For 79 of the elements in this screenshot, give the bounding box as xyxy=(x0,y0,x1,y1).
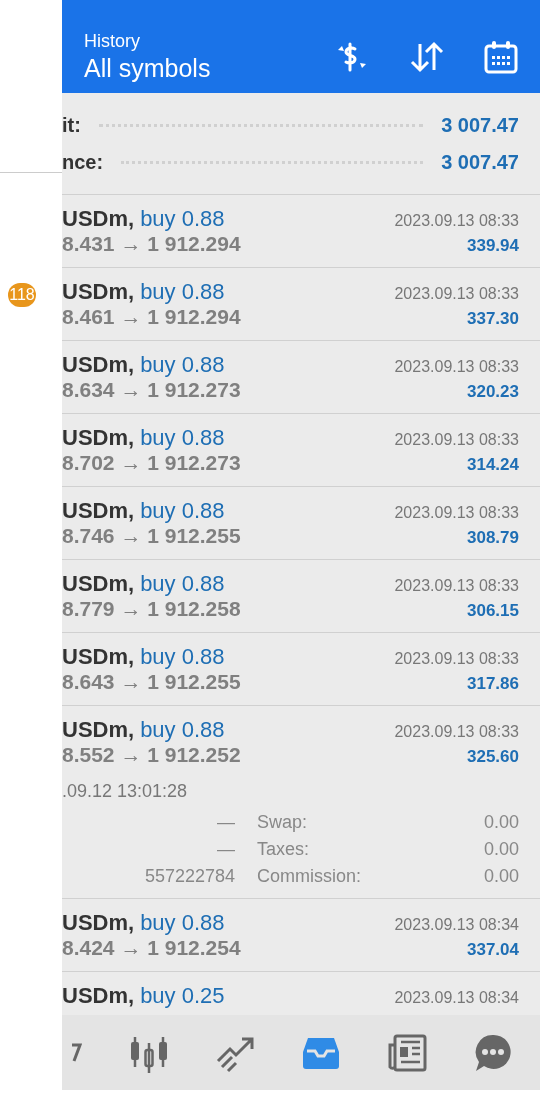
trade-profit: 314.24 xyxy=(467,455,519,475)
trade-symbol: USDm, xyxy=(62,498,135,524)
trade-profit: 337.30 xyxy=(467,309,519,329)
trade-row[interactable]: USDm, buy 0.88 2023.09.13 08:34 8.424 → 1 912.254 337.04 xyxy=(62,899,540,972)
trade-time: 2023.09.13 08:33 xyxy=(394,212,519,230)
open-time: .09.12 13:01:28 xyxy=(62,781,189,802)
trade-action: buy 0.88 xyxy=(140,498,225,524)
trade-row[interactable]: USDm, buy 0.88 2023.09.13 08:33 8.746 → 1 912.255 308.79 xyxy=(62,487,540,560)
trade-prices: 8.702 → 1 912.273 xyxy=(62,451,241,475)
trade-prices: 8.746 → 1 912.255 xyxy=(62,524,241,548)
trade-time: 2023.09.13 08:33 xyxy=(394,650,519,668)
trade-action: buy 0.88 xyxy=(140,279,225,305)
trade-row[interactable]: USDm, buy 0.88 2023.09.13 08:33 8.431 → 1 912.294 339.94 xyxy=(62,195,540,268)
trade-row[interactable]: USDm, buy 0.88 2023.09.13 08:33 8.552 → 1 912.252 325.60 .09.12 13:01:28 — Swap: 0.00 — Taxes: 0.00 557222784 Commission: 0.00 xyxy=(62,706,540,899)
trade-symbol: USDm, xyxy=(62,206,135,232)
trade-profit: 325.60 xyxy=(467,747,519,767)
trade-profit: 308.79 xyxy=(467,528,519,548)
trade-profit: 337.04 xyxy=(467,940,519,960)
trade-time: 2023.09.13 08:34 xyxy=(394,916,519,934)
trade-prices: 8.643 → 1 912.255 xyxy=(62,670,241,694)
notification-badge: 118 xyxy=(8,283,36,307)
trade-symbol: USDm, xyxy=(62,425,135,451)
chat-icon xyxy=(474,1032,512,1073)
trade-action: buy 0.88 xyxy=(140,644,225,670)
trade-symbol: USDm, xyxy=(62,910,135,936)
summary-label: it: xyxy=(62,113,81,137)
trade-action: buy 0.88 xyxy=(140,910,225,936)
trade-symbol: USDm, xyxy=(62,983,135,1009)
trade-symbol: USDm, xyxy=(62,352,135,378)
header-title: History xyxy=(84,30,141,52)
trade-time: 2023.09.13 08:33 xyxy=(394,285,519,303)
trade-action: buy 0.88 xyxy=(140,425,225,451)
trade-time: 2023.09.13 08:33 xyxy=(394,723,519,741)
newspaper-icon xyxy=(387,1032,428,1073)
trade-prices: 8.461 → 1 912.294 xyxy=(62,305,241,329)
trade-prices: 8.431 → 1 912.294 xyxy=(62,232,241,256)
trade-prices: 8.552 → 1 912.252 xyxy=(62,743,241,767)
detail-value: 557222784 xyxy=(143,866,235,887)
trade-prices: 8.634 → 1 912.273 xyxy=(62,378,241,402)
trade-symbol: USDm, xyxy=(62,717,135,743)
trade-symbol: USDm, xyxy=(62,279,135,305)
trade-time: 2023.09.13 08:34 xyxy=(394,989,519,1007)
detail-value: 0.00 xyxy=(482,812,519,833)
trade-row[interactable]: USDm, buy 0.88 2023.09.13 08:33 8.702 → 1 912.273 314.24 xyxy=(62,414,540,487)
detail-label: Commission: xyxy=(257,866,363,887)
calendar-button[interactable] xyxy=(484,39,518,74)
trade-profit: 339.94 xyxy=(467,236,519,256)
trade-row[interactable]: USDm, buy 0.88 2023.09.13 08:33 8.643 → 1 912.255 317.86 xyxy=(62,633,540,706)
trade-row[interactable]: USDm, buy 0.88 2023.09.13 08:33 8.634 → 1 912.273 320.23 xyxy=(62,341,540,414)
summary-label: nce: xyxy=(62,150,104,174)
trade-action: buy 0.25 xyxy=(140,983,225,1009)
trade-row[interactable]: USDm, buy 0.88 2023.09.13 08:33 8.779 → 1 912.258 306.15 xyxy=(62,560,540,633)
trade-prices: 8.779 → 1 912.258 xyxy=(62,597,241,621)
trade-time: 2023.09.13 08:33 xyxy=(394,577,519,595)
trade-symbol: USDm, xyxy=(62,571,135,597)
trade-symbol: USDm, xyxy=(62,644,135,670)
trade-profit: 317.86 xyxy=(467,674,519,694)
detail-value: — xyxy=(216,812,235,833)
trade-row[interactable]: USDm, buy 0.88 2023.09.13 08:33 8.461 → 1 912.294 337.30 xyxy=(62,268,540,341)
trade-action: buy 0.88 xyxy=(140,206,225,232)
trade-time: 2023.09.13 08:33 xyxy=(394,431,519,449)
header-subtitle[interactable]: All symbols xyxy=(84,53,294,83)
detail-value: — xyxy=(216,839,235,860)
trade-action: buy 0.88 xyxy=(140,717,225,743)
trade-prices: 8.424 → 1 912.254 xyxy=(62,936,241,960)
summary-value: 3 007.47 xyxy=(441,113,519,137)
trade-time: 2023.09.13 08:33 xyxy=(394,358,519,376)
trade-time: 2023.09.13 08:33 xyxy=(394,504,519,522)
detail-label: Swap: xyxy=(257,812,309,833)
detail-label: Taxes: xyxy=(257,839,311,860)
trade-profit: 306.15 xyxy=(467,601,519,621)
inbox-icon xyxy=(302,1035,341,1070)
trade-action: buy 0.88 xyxy=(140,352,225,378)
trade-action: buy 0.88 xyxy=(140,571,225,597)
sort-button[interactable] xyxy=(410,40,444,73)
detail-value: 0.00 xyxy=(482,839,519,860)
detail-value: 0.00 xyxy=(482,866,519,887)
summary-value: 3 007.47 xyxy=(441,150,519,174)
trade-profit: 320.23 xyxy=(467,382,519,402)
